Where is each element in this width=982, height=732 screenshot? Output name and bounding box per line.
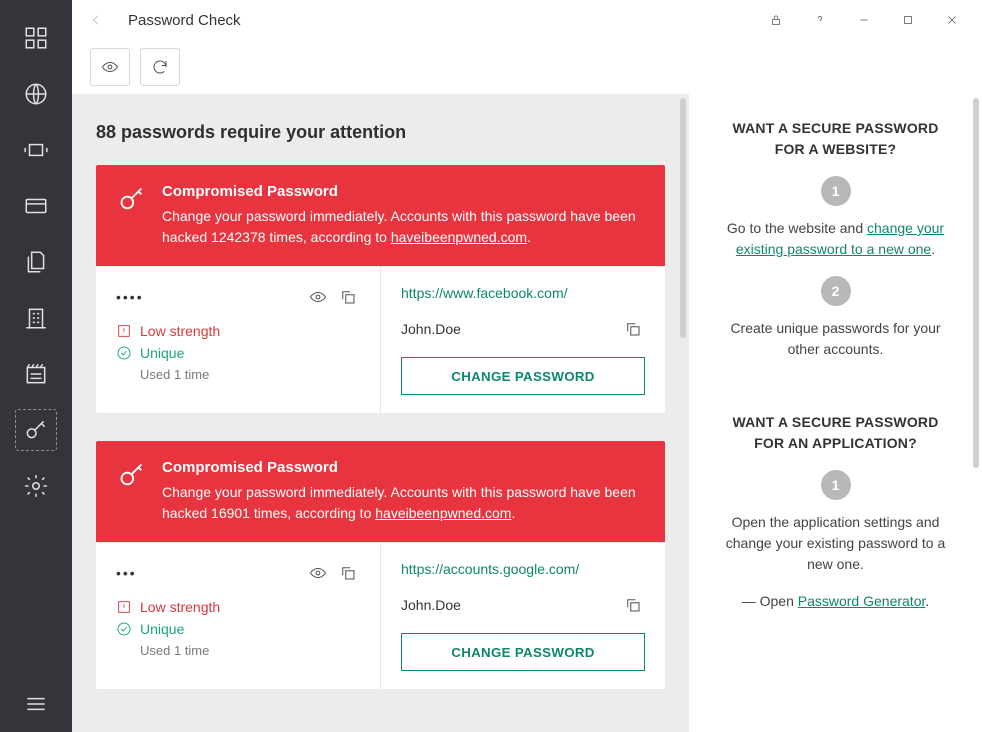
used-count: Used 1 time (140, 367, 360, 382)
back-button[interactable] (80, 4, 112, 36)
copy-password-icon[interactable] (336, 561, 360, 585)
alert-title: Compromised Password (162, 183, 643, 200)
unique-badge: Unique (116, 621, 360, 637)
account-user: John.Doe (401, 597, 615, 613)
step-number-icon: 1 (821, 176, 851, 206)
help-heading: WANT A SECURE PASSWORD FOR A WEBSITE? (723, 118, 948, 160)
lock-button[interactable] (754, 0, 798, 40)
window-titlebar: Password Check (72, 0, 982, 40)
copy-user-icon[interactable] (621, 317, 645, 341)
step-number-icon: 2 (821, 276, 851, 306)
reveal-icon[interactable] (306, 285, 330, 309)
main-content: 88 passwords require your attention Comp… (72, 94, 689, 732)
help-step-text: Open the application settings and change… (723, 512, 948, 575)
nav-key-icon[interactable] (16, 410, 56, 450)
page-toolbar (72, 40, 208, 94)
password-card: Compromised Password Change your passwor… (96, 165, 665, 413)
refresh-button[interactable] (140, 48, 180, 86)
password-mask: ••• (116, 565, 300, 581)
reveal-icon[interactable] (306, 561, 330, 585)
main-scrollbar[interactable] (680, 98, 686, 338)
compromised-alert: Compromised Password Change your passwor… (96, 165, 665, 266)
nav-media-icon[interactable] (16, 130, 56, 170)
unique-badge: Unique (116, 345, 360, 361)
password-generator-link[interactable]: Password Generator (798, 593, 926, 609)
help-step-text: Go to the website and change your existi… (723, 218, 948, 260)
alert-text: Change your password immediately. Accoun… (162, 206, 643, 248)
account-url[interactable]: https://accounts.google.com/ (401, 561, 645, 577)
help-sidebar: WANT A SECURE PASSWORD FOR A WEBSITE? 1 … (689, 94, 982, 732)
nav-settings-icon[interactable] (16, 466, 56, 506)
help-block-website: WANT A SECURE PASSWORD FOR A WEBSITE? 1 … (723, 112, 948, 406)
hibp-link[interactable]: haveibeenpwned.com (375, 505, 511, 521)
change-password-button[interactable]: CHANGE PASSWORD (401, 357, 645, 395)
compromised-alert: Compromised Password Change your passwor… (96, 441, 665, 542)
attention-heading: 88 passwords require your attention (96, 94, 665, 165)
strength-badge: Low strength (116, 599, 360, 615)
help-footer-text: — Open Password Generator. (723, 591, 948, 612)
copy-user-icon[interactable] (621, 593, 645, 617)
help-button[interactable] (798, 0, 842, 40)
strength-badge: Low strength (116, 323, 360, 339)
help-heading: WANT A SECURE PASSWORD FOR AN APPLICATIO… (723, 412, 948, 454)
nav-globe-icon[interactable] (16, 74, 56, 114)
change-password-button[interactable]: CHANGE PASSWORD (401, 633, 645, 671)
left-nav-rail (0, 0, 72, 732)
account-url[interactable]: https://www.facebook.com/ (401, 285, 645, 301)
password-mask: •••• (116, 289, 300, 305)
step-number-icon: 1 (821, 470, 851, 500)
key-alert-icon (118, 185, 146, 216)
maximize-button[interactable] (886, 0, 930, 40)
help-step-text: Create unique passwords for your other a… (723, 318, 948, 360)
alert-title: Compromised Password (162, 459, 643, 476)
page-title: Password Check (128, 12, 241, 29)
account-user: John.Doe (401, 321, 615, 337)
password-card: Compromised Password Change your passwor… (96, 441, 665, 689)
nav-documents-icon[interactable] (16, 242, 56, 282)
nav-building-icon[interactable] (16, 298, 56, 338)
help-block-application: WANT A SECURE PASSWORD FOR AN APPLICATIO… (723, 406, 948, 658)
copy-password-icon[interactable] (336, 285, 360, 309)
nav-menu-icon[interactable] (16, 684, 56, 724)
side-scrollbar[interactable] (973, 98, 979, 468)
nav-notes-icon[interactable] (16, 354, 56, 394)
hibp-link[interactable]: haveibeenpwned.com (391, 229, 527, 245)
key-alert-icon (118, 461, 146, 492)
close-button[interactable] (930, 0, 974, 40)
reveal-passwords-button[interactable] (90, 48, 130, 86)
nav-card-icon[interactable] (16, 186, 56, 226)
nav-dashboard-icon[interactable] (16, 18, 56, 58)
minimize-button[interactable] (842, 0, 886, 40)
alert-text: Change your password immediately. Accoun… (162, 482, 643, 524)
used-count: Used 1 time (140, 643, 360, 658)
